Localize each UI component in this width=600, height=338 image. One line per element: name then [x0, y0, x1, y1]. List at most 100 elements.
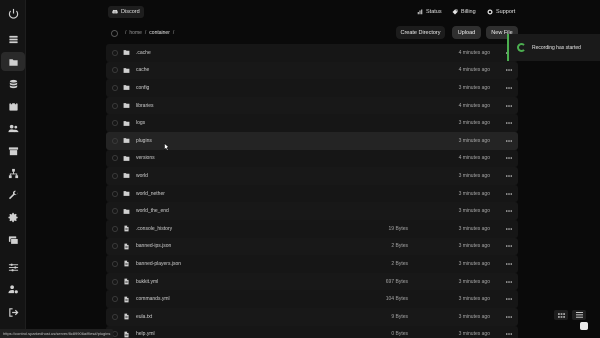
- schedule-icon: [8, 101, 18, 111]
- file-row[interactable]: cache 4 minutes ago: [106, 61, 518, 80]
- billing-button[interactable]: Billing: [448, 6, 480, 18]
- more-options-icon[interactable]: [506, 173, 512, 179]
- file-row[interactable]: help.yml 0 Bytes 3 minutes ago: [106, 325, 518, 338]
- file-row[interactable]: bukkit.yml 697 Bytes 3 minutes ago: [106, 272, 518, 291]
- status-button[interactable]: Status: [413, 6, 446, 18]
- file-row[interactable]: config 3 minutes ago: [106, 79, 518, 97]
- select-all-checkbox[interactable]: [111, 29, 118, 37]
- row-checkbox[interactable]: [112, 208, 118, 215]
- sidebar-item-files[interactable]: [6, 55, 20, 69]
- list-view-button[interactable]: [572, 310, 586, 320]
- row-checkbox[interactable]: [112, 190, 118, 197]
- file-name[interactable]: .console_history: [136, 226, 172, 232]
- sidebar-item-console[interactable]: [6, 233, 20, 247]
- sidebar-item-activity[interactable]: [6, 260, 20, 274]
- more-options-icon[interactable]: [506, 279, 512, 285]
- file-row[interactable]: banned-players.json 2 Bytes 3 minutes ago: [106, 255, 518, 273]
- row-checkbox[interactable]: [112, 49, 118, 56]
- file-row[interactable]: world 3 minutes ago: [106, 167, 518, 185]
- file-size: 19 Bytes: [388, 225, 408, 232]
- row-checkbox[interactable]: [112, 84, 118, 91]
- file-name[interactable]: eula.txt: [136, 314, 152, 320]
- file-name[interactable]: cache: [136, 67, 149, 73]
- file-name[interactable]: world: [136, 173, 148, 179]
- row-checkbox[interactable]: [112, 278, 118, 285]
- folder-icon: [123, 102, 130, 109]
- upload-button[interactable]: Upload: [452, 26, 481, 39]
- folder-icon: [123, 67, 130, 74]
- row-checkbox[interactable]: [112, 313, 118, 320]
- more-options-icon[interactable]: [506, 314, 512, 320]
- sidebar-item-account[interactable]: [6, 282, 20, 296]
- row-checkbox[interactable]: [112, 260, 118, 267]
- sidebar-item-schedules[interactable]: [6, 99, 20, 113]
- file-row[interactable]: world_nether 3 minutes ago: [106, 184, 518, 203]
- support-button[interactable]: Support: [483, 6, 519, 18]
- file-name[interactable]: world_nether: [136, 191, 165, 197]
- breadcrumb-home[interactable]: home: [129, 30, 142, 36]
- file-row[interactable]: commands.yml 104 Bytes 3 minutes ago: [106, 290, 518, 308]
- file-name[interactable]: bukkit.yml: [136, 279, 158, 285]
- file-name[interactable]: banned-ips.json: [136, 243, 171, 249]
- more-options-icon[interactable]: [506, 67, 512, 73]
- file-row[interactable]: world_the_end 3 minutes ago: [106, 202, 518, 220]
- row-checkbox[interactable]: [112, 120, 118, 127]
- file-name[interactable]: help.yml: [136, 331, 155, 337]
- more-options-icon[interactable]: [506, 296, 512, 302]
- more-options-icon[interactable]: [506, 208, 512, 214]
- more-options-icon[interactable]: [506, 155, 512, 161]
- file-row[interactable]: eula.txt 9 Bytes 3 minutes ago: [106, 307, 518, 326]
- file-icon: [123, 225, 130, 232]
- file-name[interactable]: libraries: [136, 103, 154, 109]
- folder-icon: [123, 190, 130, 197]
- row-checkbox[interactable]: [112, 172, 118, 179]
- grid-view-button[interactable]: [554, 310, 568, 320]
- file-name[interactable]: commands.yml: [136, 296, 170, 302]
- row-checkbox[interactable]: [112, 243, 118, 250]
- file-row[interactable]: banned-ips.json 2 Bytes 3 minutes ago: [106, 237, 518, 256]
- more-options-icon[interactable]: [506, 191, 512, 197]
- file-name[interactable]: plugins: [136, 138, 152, 144]
- row-checkbox[interactable]: [112, 225, 118, 232]
- file-row[interactable]: versions 4 minutes ago: [106, 149, 518, 168]
- sidebar-item-logout[interactable]: [6, 305, 20, 319]
- file-row[interactable]: logs 3 minutes ago: [106, 114, 518, 132]
- discord-label: Discord: [121, 9, 140, 15]
- more-options-icon[interactable]: [506, 85, 512, 91]
- more-options-icon[interactable]: [506, 331, 512, 337]
- more-options-icon[interactable]: [506, 103, 512, 109]
- sidebar-item-backups[interactable]: [6, 144, 20, 158]
- file-row[interactable]: .cache 4 minutes ago: [106, 44, 518, 62]
- file-name[interactable]: config: [136, 85, 149, 91]
- sidebar-item-users[interactable]: [6, 121, 20, 135]
- logo-icon[interactable]: [6, 6, 20, 20]
- more-options-icon[interactable]: [506, 120, 512, 126]
- file-row[interactable]: libraries 4 minutes ago: [106, 96, 518, 115]
- file-row[interactable]: .console_history 19 Bytes 3 minutes ago: [106, 219, 518, 238]
- row-checkbox[interactable]: [112, 67, 118, 74]
- row-checkbox[interactable]: [112, 155, 118, 162]
- sidebar-item-network[interactable]: [6, 166, 20, 180]
- sidebar-item-startup[interactable]: [6, 188, 20, 202]
- row-checkbox[interactable]: [112, 296, 118, 303]
- row-checkbox[interactable]: [112, 137, 118, 144]
- file-name[interactable]: .cache: [136, 50, 151, 56]
- sidebar-item-dashboard[interactable]: [6, 32, 20, 46]
- more-options-icon[interactable]: [506, 226, 512, 232]
- file-name[interactable]: banned-players.json: [136, 261, 181, 267]
- sidebar-item-settings[interactable]: [6, 210, 20, 224]
- more-options-icon[interactable]: [506, 138, 512, 144]
- sidebar-item-databases[interactable]: [6, 77, 20, 91]
- file-name[interactable]: logs: [136, 120, 145, 126]
- record-control-button[interactable]: [580, 322, 588, 330]
- dashboard-icon: [8, 35, 18, 43]
- status-bar-url: https://control.sparkedhost.us/server/8c…: [0, 329, 114, 338]
- discord-button[interactable]: Discord: [108, 6, 144, 18]
- more-options-icon[interactable]: [506, 261, 512, 267]
- file-name[interactable]: world_the_end: [136, 208, 169, 214]
- file-name[interactable]: versions: [136, 155, 155, 161]
- breadcrumb-container[interactable]: container: [149, 30, 170, 36]
- row-checkbox[interactable]: [112, 102, 118, 109]
- create-directory-button[interactable]: Create Directory: [396, 26, 445, 39]
- more-options-icon[interactable]: [506, 243, 512, 249]
